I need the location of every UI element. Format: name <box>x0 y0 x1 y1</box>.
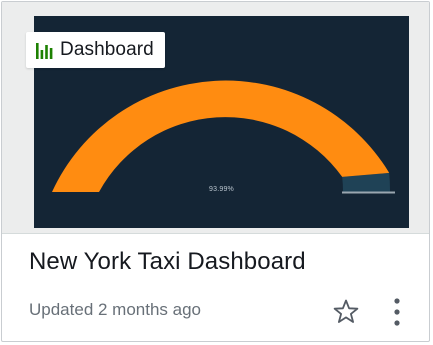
vertical-ellipsis-icon <box>394 298 400 326</box>
type-badge: Dashboard <box>26 32 165 68</box>
favorite-button[interactable] <box>331 297 361 327</box>
star-outline-icon <box>333 299 359 323</box>
more-actions-button[interactable] <box>387 294 407 330</box>
gauge-value-label: 93.99% <box>209 186 234 193</box>
card-title[interactable]: New York Taxi Dashboard <box>29 248 306 276</box>
type-badge-label: Dashboard <box>60 39 154 60</box>
updated-timestamp: Updated 2 months ago <box>29 300 202 319</box>
thumbnail-frame[interactable]: 93.99% Dashboard <box>2 2 429 233</box>
gauge-filled-arc <box>52 80 390 192</box>
card-divider <box>2 233 429 234</box>
dashboard-card[interactable]: 93.99% Dashboard New York Taxi Dashboard… <box>1 1 430 342</box>
bar-chart-icon <box>36 41 54 59</box>
